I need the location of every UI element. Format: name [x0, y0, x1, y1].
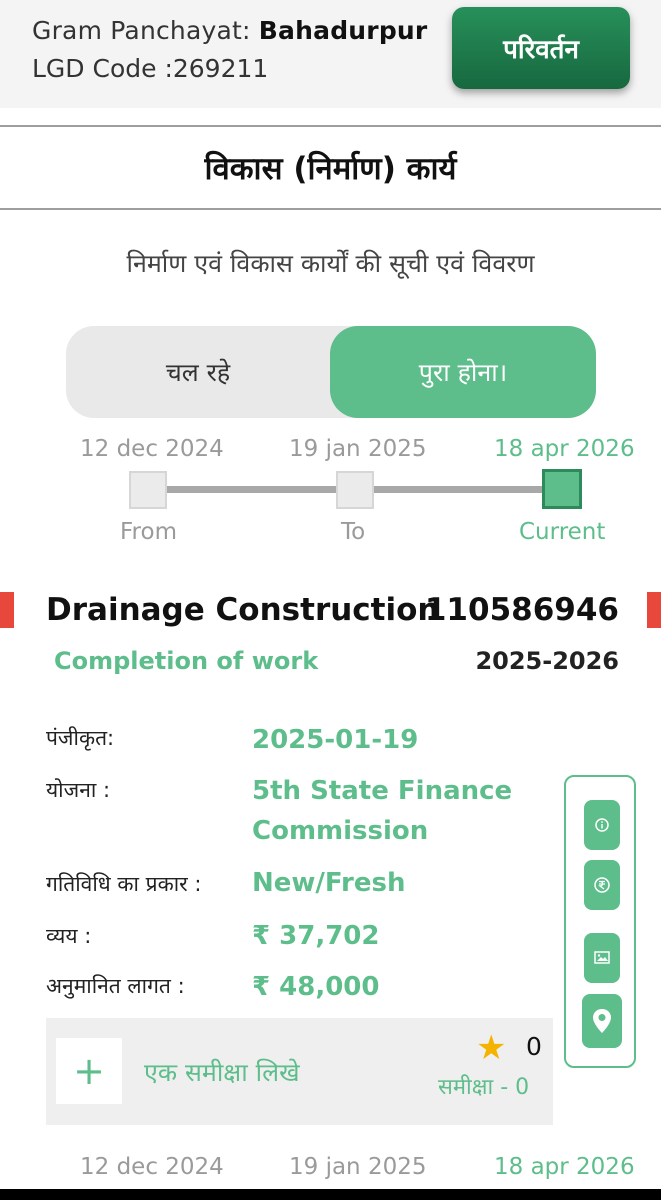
tab-completed[interactable]: पुरा होना। [330, 326, 596, 418]
page-title: विकास (निर्माण) कार्य [0, 125, 661, 210]
card-marker-left [0, 592, 14, 628]
timeline-current-label: Current [519, 519, 606, 545]
work-id: 110586946 [424, 592, 619, 628]
scheme-label: योजना : [46, 778, 111, 802]
card-marker-right [647, 592, 661, 628]
page-subtitle: निर्माण एवं विकास कार्यों की सूची एवं वि… [126, 249, 535, 278]
star-count: 0 [526, 1032, 542, 1061]
location-pin-icon [593, 1009, 611, 1033]
timeline-from-marker [129, 471, 167, 509]
lgd-code-label: LGD Code : [32, 54, 173, 83]
gram-panchayat-name: Bahadurpur [258, 16, 428, 45]
work-status: Completion of work [54, 647, 319, 675]
expense-button[interactable] [584, 860, 620, 910]
header: Gram Panchayat: Bahadurpur LGD Code :269… [0, 0, 661, 108]
timeline-current-date: 18 apr 2026 [494, 436, 635, 462]
write-review-link[interactable]: एक समीक्षा लिखे [144, 1055, 300, 1089]
side-action-panel [564, 775, 636, 1068]
timeline-from-label: From [120, 519, 177, 545]
activity-type-value: New/Fresh [252, 868, 406, 898]
add-review-button[interactable]: + [56, 1038, 122, 1104]
star-icon: ★ [476, 1028, 507, 1068]
rupee-icon [594, 877, 610, 893]
gram-panchayat-line: Gram Panchayat: Bahadurpur [32, 16, 427, 45]
activity-type-label: गतिविधि का प्रकार : [46, 872, 202, 896]
expense-value: ₹ 37,702 [252, 921, 380, 951]
status-toggle: चल रहे पुरा होना। [66, 326, 596, 418]
next-timeline-from-date: 12 dec 2024 [80, 1154, 224, 1180]
timeline-to-label: To [341, 519, 366, 545]
image-icon [594, 951, 610, 964]
estimated-cost-label: अनुमानित लागत : [46, 974, 185, 998]
timeline-from-date: 12 dec 2024 [80, 436, 224, 462]
registered-label: पंजीकृत: [46, 726, 115, 750]
photos-button[interactable] [584, 933, 620, 983]
scheme-value: 5th State Finance Commission [252, 776, 513, 846]
timeline-to-date: 19 jan 2025 [289, 436, 427, 462]
work-title: Drainage Construction [46, 592, 440, 628]
review-count-label: समीक्षा - 0 [438, 1075, 530, 1100]
expense-label: व्यय : [46, 924, 92, 948]
info-button[interactable] [584, 800, 620, 850]
info-icon [595, 818, 609, 832]
registered-value: 2025-01-19 [252, 725, 419, 755]
estimated-cost-value: ₹ 48,000 [252, 972, 380, 1002]
tab-ongoing[interactable]: चल रहे [66, 326, 330, 418]
system-nav-bar [0, 1189, 661, 1200]
timeline-current-marker [542, 469, 582, 509]
lgd-code-value: 269211 [172, 54, 269, 83]
lgd-code-line: LGD Code :269211 [32, 54, 268, 83]
gram-panchayat-prefix: Gram Panchayat: [32, 16, 259, 45]
review-section: + एक समीक्षा लिखे ★ 0 समीक्षा - 0 [46, 1018, 553, 1125]
change-button[interactable]: परिवर्तन [452, 7, 630, 89]
timeline-to-marker [336, 471, 374, 509]
next-timeline-to-date: 19 jan 2025 [289, 1154, 427, 1180]
next-timeline-current-date: 18 apr 2026 [494, 1154, 635, 1180]
work-year: 2025-2026 [475, 647, 619, 675]
location-button[interactable] [582, 994, 622, 1048]
